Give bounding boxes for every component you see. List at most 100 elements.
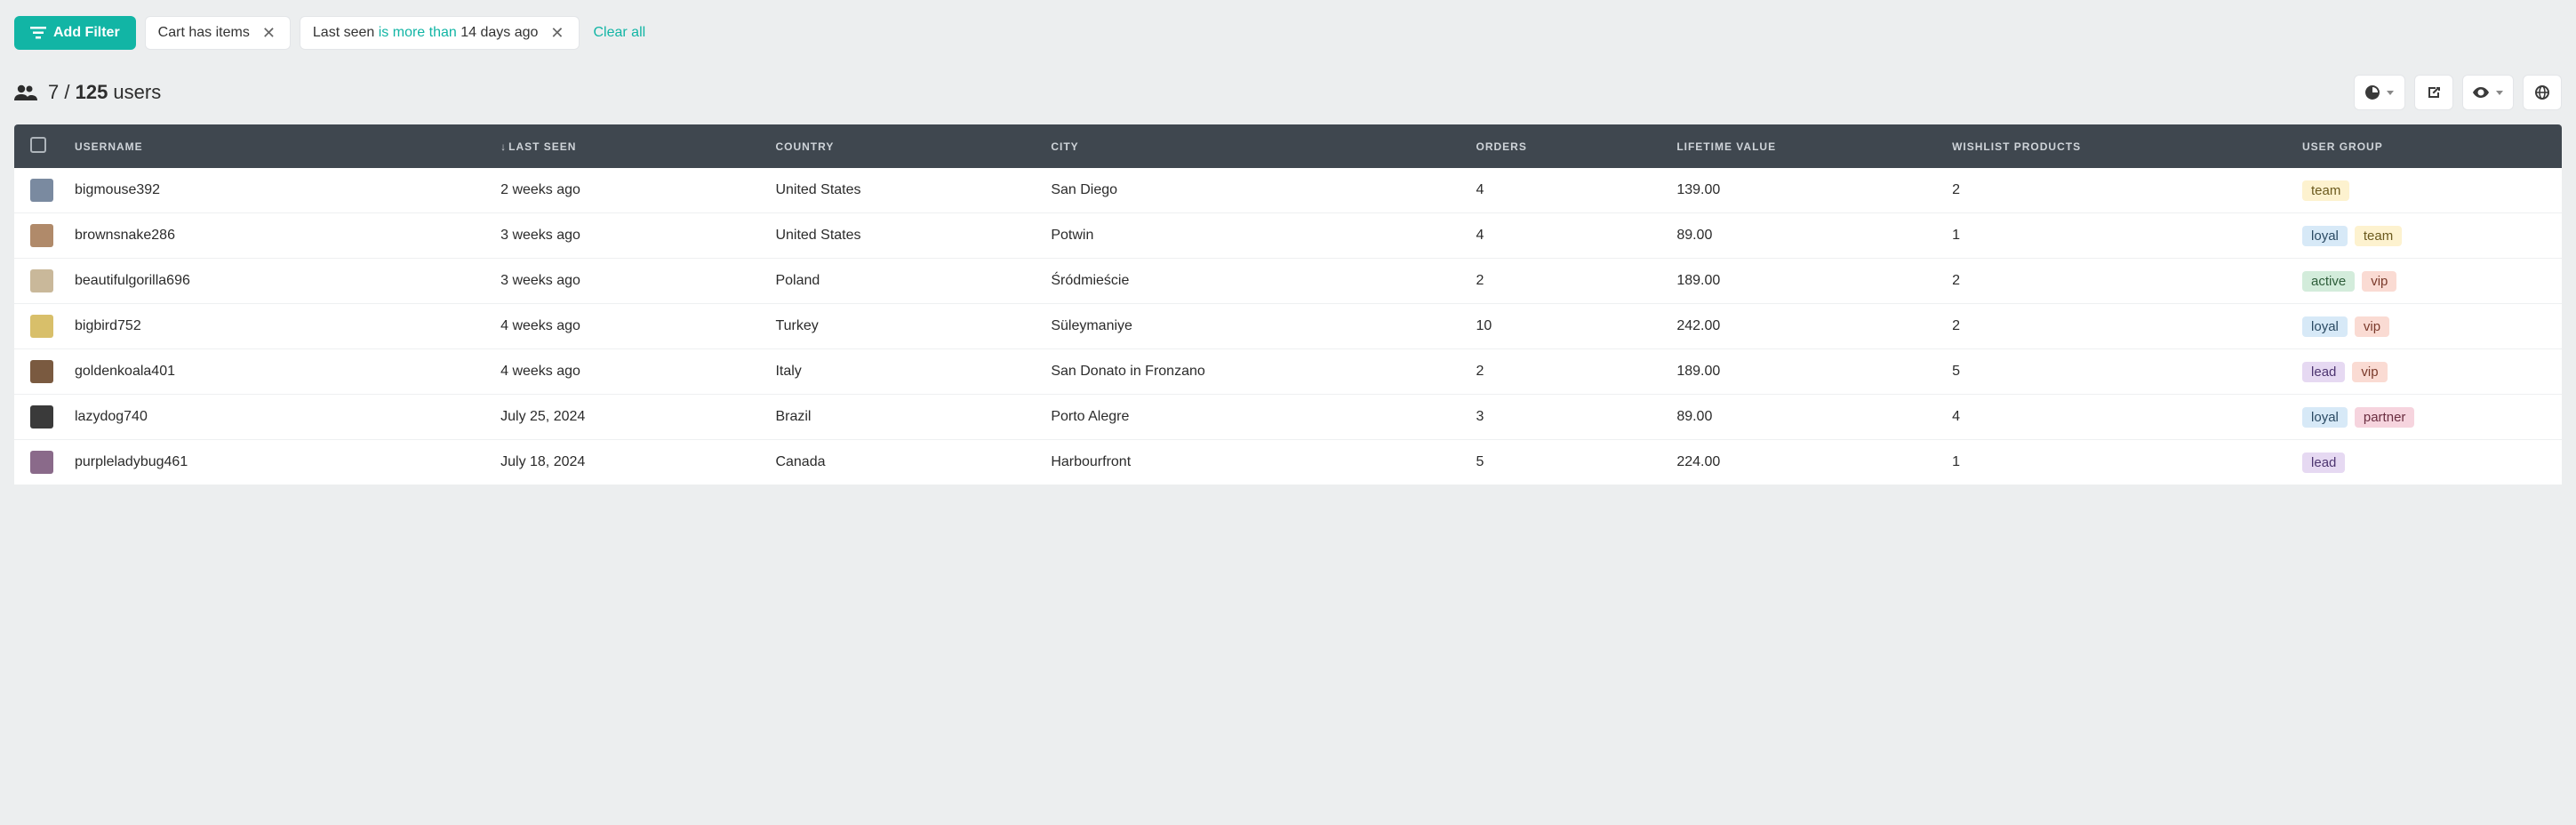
chevron-down-icon <box>2387 91 2394 95</box>
col-header-country[interactable]: Country <box>759 124 1035 168</box>
user-group-tag: vip <box>2355 316 2389 337</box>
last-seen-cell: July 25, 2024 <box>484 395 759 440</box>
total-count: 125 <box>76 81 108 103</box>
table-row[interactable]: beautifulgorilla6963 weeks agoPolandŚród… <box>14 259 2562 304</box>
col-header-orders[interactable]: Orders <box>1460 124 1660 168</box>
select-all-checkbox[interactable] <box>30 137 46 153</box>
user-group-cell: lead <box>2286 440 2562 485</box>
ltv-cell: 139.00 <box>1660 168 1936 213</box>
visibility-button[interactable] <box>2462 75 2514 110</box>
pie-chart-icon <box>2365 85 2380 100</box>
country-cell: Turkey <box>759 304 1035 349</box>
orders-cell: 10 <box>1460 304 1660 349</box>
last-seen-cell: 2 weeks ago <box>484 168 759 213</box>
filter-bar: Add Filter Cart has items✕ Last seen is m… <box>14 16 2562 50</box>
orders-cell: 5 <box>1460 440 1660 485</box>
filter-chip-text: Last seen is more than 14 days ago <box>313 25 539 41</box>
remove-filter-icon[interactable]: ✕ <box>260 25 277 41</box>
ltv-cell: 89.00 <box>1660 213 1936 259</box>
table-row[interactable]: goldenkoala4014 weeks agoItalySan Donato… <box>14 349 2562 395</box>
globe-button[interactable] <box>2523 75 2562 110</box>
user-group-tag: vip <box>2352 362 2387 382</box>
table-row[interactable]: bigmouse3922 weeks agoUnited StatesSan D… <box>14 168 2562 213</box>
country-cell: United States <box>759 213 1035 259</box>
wishlist-cell: 2 <box>1936 259 2286 304</box>
export-button[interactable] <box>2414 75 2453 110</box>
wishlist-cell: 1 <box>1936 440 2286 485</box>
user-group-cell: activevip <box>2286 259 2562 304</box>
username-cell: bigmouse392 <box>59 168 484 213</box>
city-cell: Śródmieście <box>1035 259 1460 304</box>
avatar <box>30 179 53 202</box>
users-icon <box>14 84 37 100</box>
user-group-cell: loyal team <box>2286 213 2562 259</box>
col-header-wishlist[interactable]: Wishlist products <box>1936 124 2286 168</box>
add-filter-label: Add Filter <box>53 25 120 41</box>
orders-cell: 2 <box>1460 349 1660 395</box>
wishlist-cell: 1 <box>1936 213 2286 259</box>
last-seen-cell: 4 weeks ago <box>484 304 759 349</box>
city-cell: Porto Alegre <box>1035 395 1460 440</box>
eye-icon <box>2473 87 2489 98</box>
ltv-cell: 224.00 <box>1660 440 1936 485</box>
filter-chip[interactable]: Last seen is more than 14 days ago ✕ <box>300 16 580 50</box>
city-cell: San Diego <box>1035 168 1460 213</box>
chevron-down-icon <box>2496 91 2503 95</box>
summary-row: 7 / 125 users <box>14 75 2562 110</box>
username-cell: lazydog740 <box>59 395 484 440</box>
user-group-tag: partner <box>2355 407 2415 428</box>
country-cell: Brazil <box>759 395 1035 440</box>
ltv-cell: 189.00 <box>1660 349 1936 395</box>
summary-actions <box>2354 75 2562 110</box>
user-group-tag: active <box>2302 271 2355 292</box>
ltv-cell: 242.00 <box>1660 304 1936 349</box>
username-cell: goldenkoala401 <box>59 349 484 395</box>
user-group-cell: loyal vip <box>2286 304 2562 349</box>
globe-icon <box>2535 85 2549 100</box>
table-row[interactable]: brownsnake2863 weeks agoUnited StatesPot… <box>14 213 2562 259</box>
export-icon <box>2427 85 2441 100</box>
orders-cell: 3 <box>1460 395 1660 440</box>
avatar <box>30 360 53 383</box>
table-row[interactable]: lazydog740July 25, 2024BrazilPorto Alegr… <box>14 395 2562 440</box>
country-cell: Poland <box>759 259 1035 304</box>
filter-icon <box>30 27 46 39</box>
username-cell: purpleladybug461 <box>59 440 484 485</box>
avatar <box>30 269 53 292</box>
last-seen-cell: 3 weeks ago <box>484 213 759 259</box>
user-group-cell: loyalpartner <box>2286 395 2562 440</box>
city-cell: Süleymaniye <box>1035 304 1460 349</box>
user-group-tag: loyal <box>2302 226 2348 246</box>
user-group-tag: team <box>2355 226 2402 246</box>
chart-button[interactable] <box>2354 75 2405 110</box>
table-row[interactable]: bigbird7524 weeks agoTurkeySüleymaniye10… <box>14 304 2562 349</box>
city-cell: San Donato in Fronzano <box>1035 349 1460 395</box>
ltv-cell: 189.00 <box>1660 259 1936 304</box>
add-filter-button[interactable]: Add Filter <box>14 16 136 50</box>
city-cell: Harbourfront <box>1035 440 1460 485</box>
avatar <box>30 451 53 474</box>
col-header-last-seen[interactable]: ↓Last seen <box>484 124 759 168</box>
username-cell: bigbird752 <box>59 304 484 349</box>
table-row[interactable]: purpleladybug461July 18, 2024CanadaHarbo… <box>14 440 2562 485</box>
last-seen-cell: 3 weeks ago <box>484 259 759 304</box>
city-cell: Potwin <box>1035 213 1460 259</box>
wishlist-cell: 4 <box>1936 395 2286 440</box>
username-cell: brownsnake286 <box>59 213 484 259</box>
user-group-tag: team <box>2302 180 2349 201</box>
col-header-user-group[interactable]: User group <box>2286 124 2562 168</box>
col-header-city[interactable]: City <box>1035 124 1460 168</box>
filter-chip[interactable]: Cart has items✕ <box>145 16 291 50</box>
username-cell: beautifulgorilla696 <box>59 259 484 304</box>
clear-all-link[interactable]: Clear all <box>594 25 646 41</box>
col-header-ltv[interactable]: Lifetime value <box>1660 124 1936 168</box>
last-seen-cell: 4 weeks ago <box>484 349 759 395</box>
summary-label: users <box>108 81 161 103</box>
remove-filter-icon[interactable]: ✕ <box>548 25 565 41</box>
user-group-tag: loyal <box>2302 316 2348 337</box>
avatar <box>30 224 53 247</box>
filtered-count: 7 <box>48 81 59 103</box>
col-header-username[interactable]: Username <box>59 124 484 168</box>
orders-cell: 2 <box>1460 259 1660 304</box>
users-table: Username ↓Last seen Country City Orders … <box>14 124 2562 485</box>
